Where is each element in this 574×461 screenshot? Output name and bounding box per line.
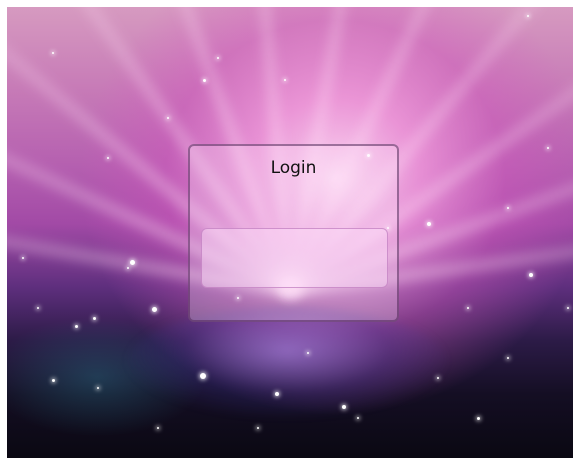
star: [152, 307, 157, 312]
star: [93, 317, 96, 320]
star: [52, 52, 54, 54]
screen: Login: [0, 0, 574, 461]
star: [167, 117, 169, 119]
star: [127, 267, 129, 269]
star: [467, 307, 469, 309]
star: [75, 325, 78, 328]
star: [427, 222, 431, 226]
star: [257, 427, 259, 429]
star: [157, 427, 159, 429]
login-panel: Login: [188, 144, 399, 322]
star: [203, 79, 206, 82]
star: [52, 379, 55, 382]
star: [357, 417, 359, 419]
star: [547, 147, 549, 149]
star: [567, 307, 569, 309]
star: [477, 417, 480, 420]
star: [529, 273, 533, 277]
star: [217, 57, 219, 59]
star: [342, 405, 346, 409]
star: [507, 207, 509, 209]
login-input[interactable]: [201, 228, 388, 288]
login-title: Login: [270, 158, 317, 178]
star: [200, 373, 206, 379]
horizon-glow: [127, 307, 447, 417]
star: [507, 357, 509, 359]
star: [437, 377, 439, 379]
star: [284, 79, 286, 81]
star: [130, 260, 135, 265]
star: [97, 387, 99, 389]
star: [37, 307, 39, 309]
star: [22, 257, 24, 259]
star: [107, 157, 109, 159]
star: [527, 15, 529, 17]
star: [307, 352, 309, 354]
star: [275, 392, 279, 396]
